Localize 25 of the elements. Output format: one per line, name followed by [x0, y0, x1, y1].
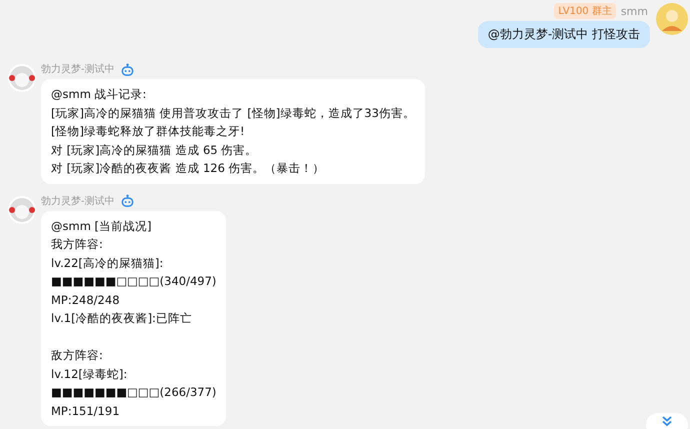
- message-bubble: @勃力灵梦-测试中 打怪攻击: [478, 21, 650, 48]
- message-line: lv.22[高冷的屎猫猫]:: [51, 254, 164, 272]
- message-line: 对 [玩家]高冷的屎猫猫 造成 65 伤害。: [51, 142, 258, 158]
- message-line: 对 [玩家]冷酷的夜夜酱 造成 126 伤害。（暴击！）: [51, 160, 326, 177]
- sender-name: 勃力灵梦-测试中: [41, 62, 115, 76]
- message-line: lv.1[冷酷的夜夜酱]:已阵亡: [51, 310, 193, 327]
- message-line: lv.12[绿毒蛇]:: [51, 366, 128, 382]
- message-line: 敌方阵容:: [51, 347, 104, 364]
- role-badge: LV100 群主: [554, 3, 616, 19]
- avatar-icon[interactable]: [8, 196, 36, 224]
- message-line: ■■■■■■□□□□(340/497): [51, 273, 216, 290]
- sender-name: 勃力灵梦-测试中: [41, 194, 115, 208]
- robot-icon: [120, 194, 134, 207]
- message-line: MP:151/191: [51, 402, 121, 420]
- message-line: MP:248/248: [51, 292, 121, 308]
- message-line: @smm 战斗记录:: [51, 86, 148, 103]
- message-line: @smm [当前战况]: [51, 218, 153, 234]
- message-line: 我方阵容:: [51, 236, 104, 253]
- sender-name: smm: [620, 4, 648, 18]
- robot-icon: [120, 62, 134, 76]
- message-line: [玩家]高冷的屎猫猫 使用普攻攻击了 [怪物]绿毒蛇，造成了33伤害。: [51, 104, 415, 122]
- avatar-icon[interactable]: [8, 64, 36, 92]
- message-line: ■■■■■■■□□□(266/377): [51, 384, 216, 401]
- double-chevron-icon: [661, 415, 673, 427]
- message-line: [怪物]绿毒蛇释放了群体技能毒之牙!: [51, 123, 246, 140]
